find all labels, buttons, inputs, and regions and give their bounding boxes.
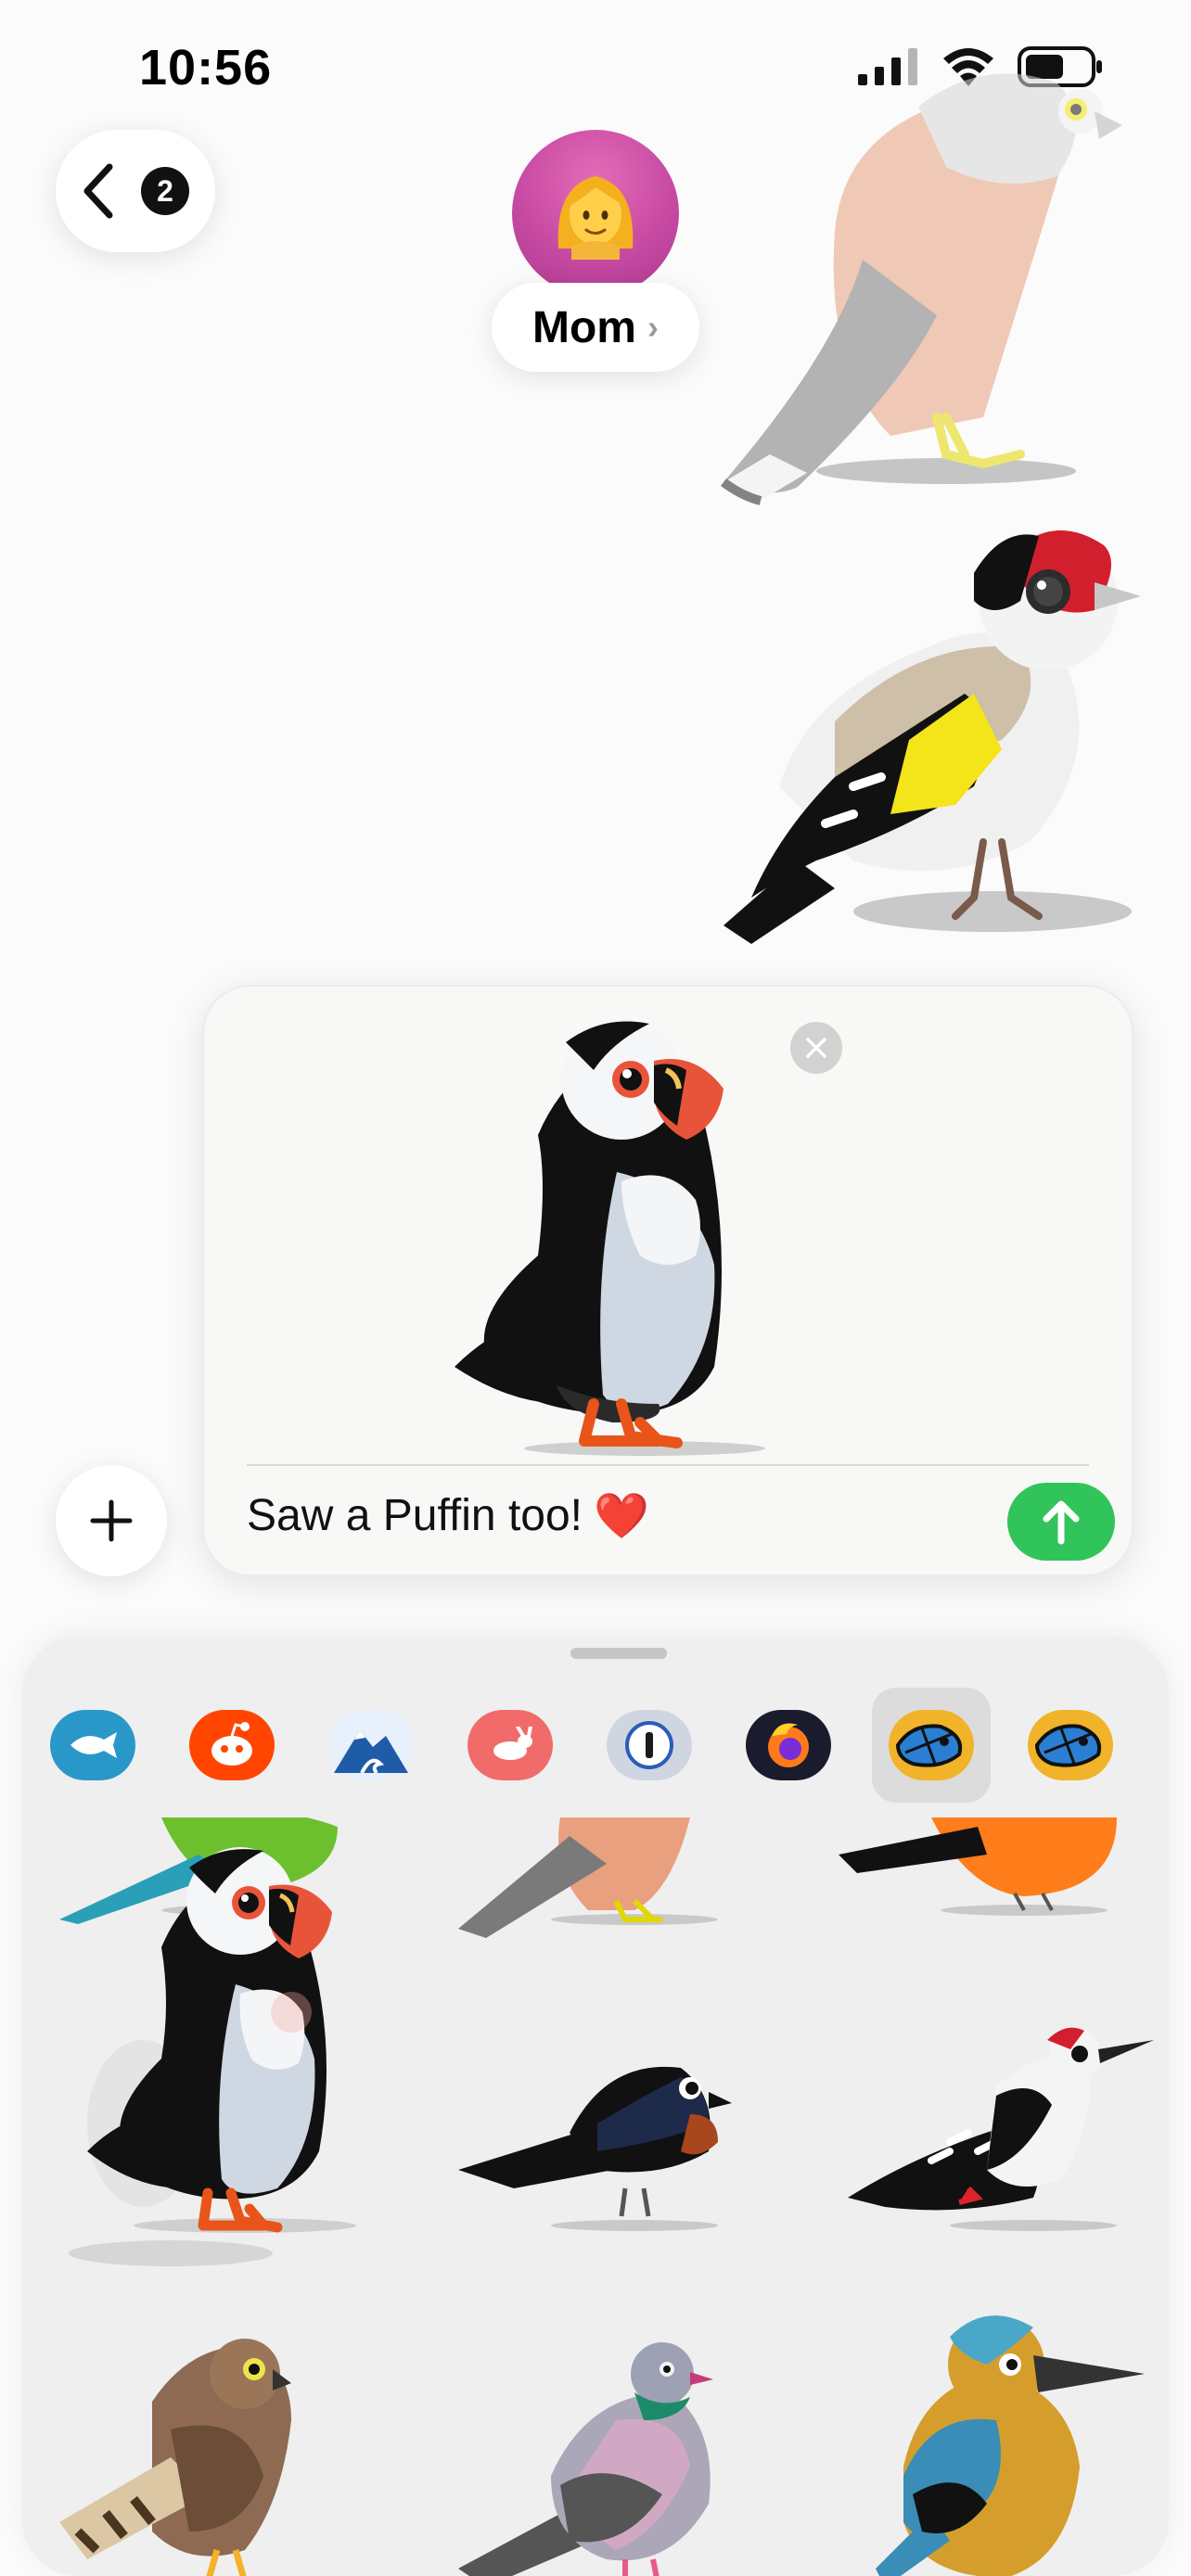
- robin-sticker[interactable]: [839, 1817, 1154, 1929]
- unread-count-badge: 2: [141, 167, 189, 215]
- status-time: 10:56: [139, 40, 273, 96]
- buzzard-sticker[interactable]: [59, 2318, 393, 2576]
- plus-icon: [90, 1499, 133, 1542]
- fish-icon: [70, 1732, 117, 1758]
- close-icon: [806, 1038, 826, 1058]
- contact-name-button[interactable]: Mom ›: [492, 283, 699, 372]
- compose-divider: [247, 1464, 1089, 1466]
- add-attachment-button[interactable]: [56, 1465, 167, 1576]
- imessage-app-strip: [22, 1688, 1169, 1806]
- drawer-grabber[interactable]: [570, 1648, 667, 1659]
- puffin-sticker[interactable]: [59, 1845, 449, 2272]
- reddit-alien-icon: [211, 1722, 252, 1766]
- kestrel-mini-sticker[interactable]: [449, 1817, 746, 1938]
- remove-attachment-button[interactable]: [790, 1022, 842, 1074]
- contact-name: Mom: [532, 302, 636, 352]
- kingfisher-sticker[interactable]: [848, 2281, 1163, 2576]
- compose-box[interactable]: Saw a Puffin too! ❤️: [202, 985, 1133, 1576]
- arrow-up-icon: [1043, 1500, 1080, 1545]
- puffin-sticker-attachment: [455, 1019, 765, 1456]
- rabbit-icon: [493, 1727, 532, 1760]
- swallow-sticker[interactable]: [458, 2031, 774, 2235]
- message-text: Saw a Puffin too!: [247, 1491, 583, 1540]
- fishing-app-icon[interactable]: [50, 1710, 135, 1780]
- kestrel-sticker[interactable]: [705, 19, 1141, 510]
- send-button[interactable]: [1007, 1483, 1115, 1561]
- mountain-icon: [334, 1730, 408, 1773]
- mountain-app-icon[interactable]: [328, 1710, 414, 1780]
- sticker-grid: [22, 1817, 1169, 2576]
- bird-stickers-app-icon[interactable]: [889, 1710, 974, 1780]
- reddit-app-icon[interactable]: [189, 1710, 275, 1780]
- wood-pigeon-sticker[interactable]: [458, 2318, 774, 2576]
- bird-stickers-alt-app-icon[interactable]: [1028, 1710, 1113, 1780]
- message-input[interactable]: Saw a Puffin too! ❤️: [247, 1489, 649, 1542]
- password-app-icon[interactable]: [607, 1710, 692, 1780]
- contact-avatar[interactable]: [512, 130, 679, 297]
- heart-emoji: ❤️: [594, 1490, 649, 1542]
- firefox-app-icon[interactable]: [746, 1710, 831, 1780]
- sticker-drawer: [22, 1637, 1169, 2576]
- chevron-right-icon: ›: [647, 308, 659, 346]
- goldfinch-sticker[interactable]: [696, 508, 1141, 944]
- firefox-icon: [768, 1723, 809, 1767]
- back-button[interactable]: 2: [56, 130, 215, 252]
- rabbit-app-icon[interactable]: [467, 1710, 553, 1780]
- woodpecker-sticker[interactable]: [848, 2012, 1163, 2235]
- chevron-left-icon: [83, 163, 113, 219]
- keyhole-icon: [625, 1721, 673, 1769]
- stained-glass-bird-icon: [895, 1724, 962, 1767]
- stained-glass-bird-alt-icon: [1034, 1724, 1101, 1767]
- woman-emoji-icon: [557, 176, 634, 260]
